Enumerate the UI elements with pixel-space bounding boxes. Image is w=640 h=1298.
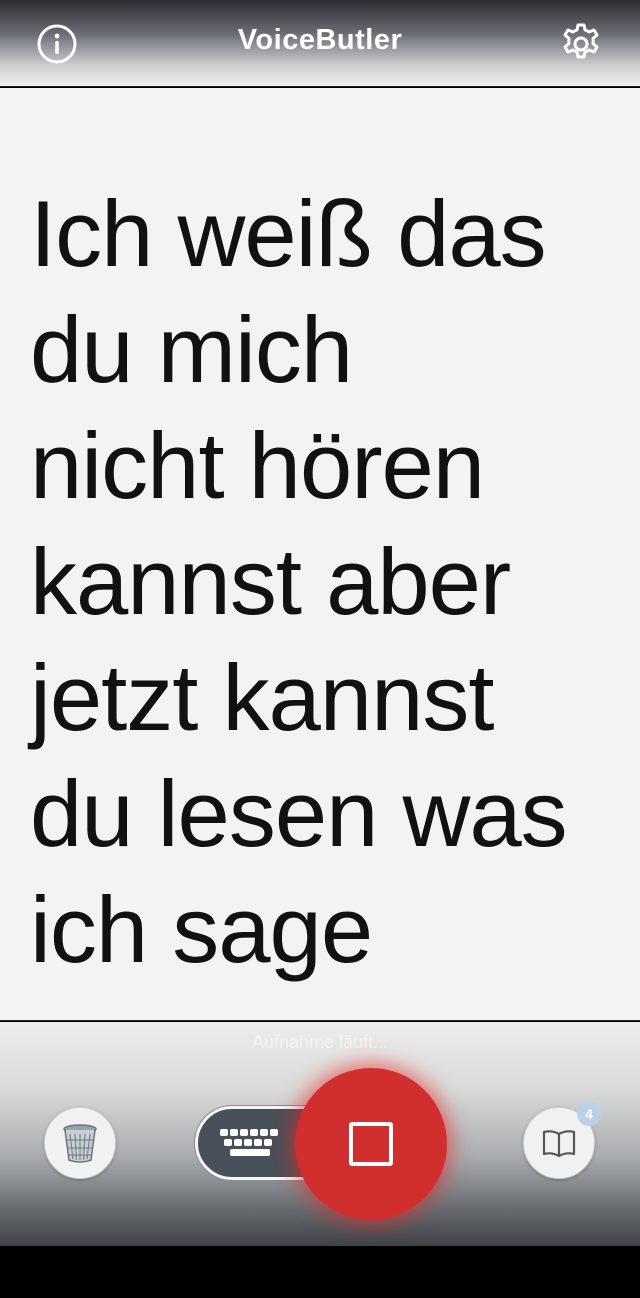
stop-icon (349, 1122, 393, 1166)
stop-recording-button[interactable] (295, 1068, 447, 1220)
header-bar: VoiceButler (0, 0, 640, 87)
transcript-area: Ich weiß das du mich nicht hören kannst … (0, 88, 640, 1021)
transcript-text: Ich weiß das du mich nicht hören kannst … (30, 181, 568, 982)
delete-button[interactable] (44, 1107, 116, 1179)
recording-status: Aufnahme läuft... (251, 1032, 389, 1052)
phrasebook-count-badge: 4 (577, 1102, 601, 1126)
book-icon (542, 1130, 576, 1158)
gear-icon (563, 23, 599, 59)
keyboard-icon (220, 1129, 278, 1156)
home-indicator-area (0, 1246, 640, 1298)
app-title: VoiceButler (237, 24, 403, 56)
trash-icon (63, 1124, 97, 1163)
voicebutler-app: VoiceButler Ich weiß das du mich nicht h… (0, 0, 640, 1298)
bottom-controls: Aufnahme läuft... (0, 1022, 640, 1246)
settings-button[interactable] (557, 20, 605, 68)
